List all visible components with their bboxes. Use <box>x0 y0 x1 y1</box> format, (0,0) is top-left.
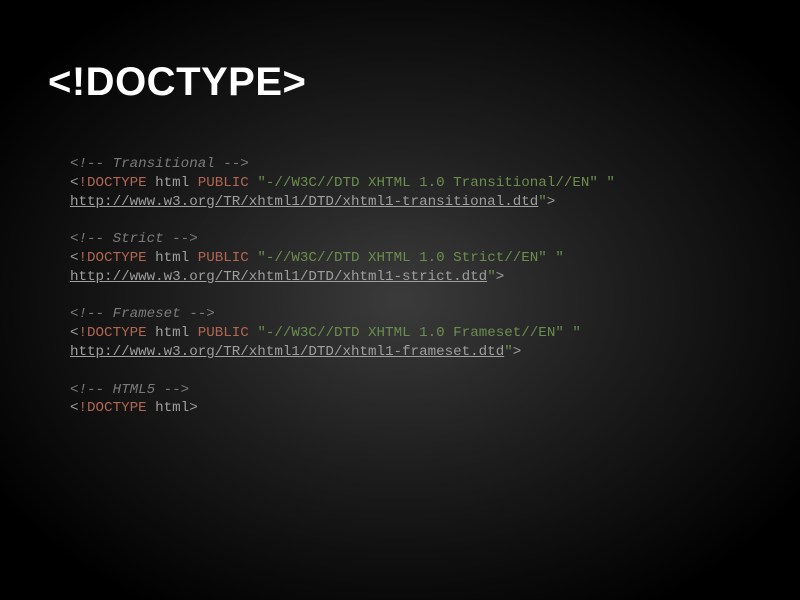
fpi-frameset: "-//W3C//DTD XHTML 1.0 Frameset//EN" <box>257 325 564 341</box>
tag-close: > <box>547 194 556 210</box>
public-keyword: PUBLIC <box>198 250 249 266</box>
public-keyword: PUBLIC <box>198 175 249 191</box>
tag-open: < <box>70 250 79 266</box>
url-strict[interactable]: http://www.w3.org/TR/xhtml1/DTD/xhtml1-s… <box>70 269 487 285</box>
slide: <!DOCTYPE> <!-- Transitional --> <!DOCTY… <box>0 0 800 418</box>
fpi-strict: "-//W3C//DTD XHTML 1.0 Strict//EN" <box>257 250 546 266</box>
doctype-keyword: !DOCTYPE <box>79 400 147 416</box>
comment-html5: <!-- HTML5 --> <box>70 382 189 398</box>
close-quote: " <box>487 269 496 285</box>
tag-open: < <box>70 325 79 341</box>
doctype-keyword: !DOCTYPE <box>79 250 147 266</box>
doctype-keyword: !DOCTYPE <box>79 325 147 341</box>
doctype-keyword: !DOCTYPE <box>79 175 147 191</box>
tag-open: < <box>70 175 79 191</box>
space-quote: " <box>564 325 581 341</box>
tag-close: > <box>513 344 522 360</box>
close-quote: " <box>538 194 547 210</box>
comment-frameset: <!-- Frameset --> <box>70 306 215 322</box>
tag-open: < <box>70 400 79 416</box>
html-keyword: html <box>155 250 189 266</box>
code-block: <!-- Transitional --> <!DOCTYPE html PUB… <box>70 155 752 418</box>
html-keyword: html <box>155 400 189 416</box>
public-keyword: PUBLIC <box>198 325 249 341</box>
space-quote: " <box>598 175 615 191</box>
tag-close: > <box>189 400 198 416</box>
close-quote: " <box>504 344 513 360</box>
html-keyword: html <box>155 175 189 191</box>
url-transitional[interactable]: http://www.w3.org/TR/xhtml1/DTD/xhtml1-t… <box>70 194 538 210</box>
slide-title: <!DOCTYPE> <box>48 60 752 105</box>
html-keyword: html <box>155 325 189 341</box>
space-quote: " <box>547 250 564 266</box>
fpi-transitional: "-//W3C//DTD XHTML 1.0 Transitional//EN" <box>257 175 598 191</box>
comment-strict: <!-- Strict --> <box>70 231 198 247</box>
url-frameset[interactable]: http://www.w3.org/TR/xhtml1/DTD/xhtml1-f… <box>70 344 504 360</box>
tag-close: > <box>496 269 505 285</box>
comment-transitional: <!-- Transitional --> <box>70 156 249 172</box>
